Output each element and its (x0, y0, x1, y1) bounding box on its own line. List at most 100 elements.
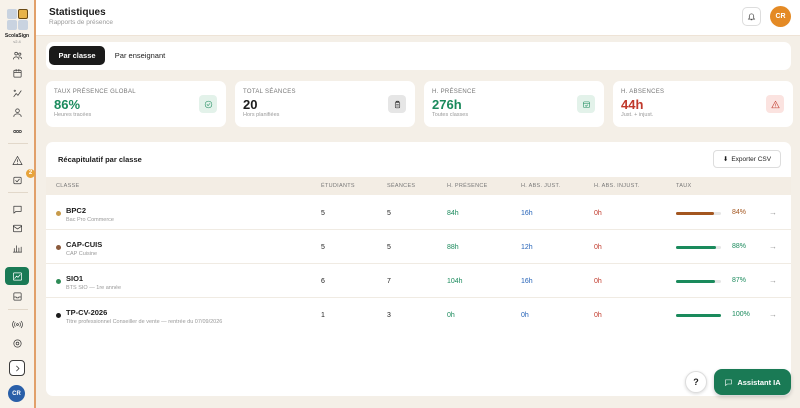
justified-absence-hours: 16h (521, 210, 533, 217)
rate-bar (676, 212, 721, 215)
app-logo[interactable] (7, 9, 29, 31)
sessions-count: 3 (387, 312, 391, 319)
unjustified-absence-hours: 0h (594, 210, 602, 217)
export-label: Exporter CSV (731, 155, 772, 163)
card-value: 276h (432, 97, 462, 112)
rate-bar-fill (676, 314, 721, 317)
settings-icon[interactable] (8, 336, 26, 350)
archive-icon[interactable] (8, 289, 26, 303)
card-label: TOTAL SÉANCES (243, 89, 296, 95)
presence-hours: 104h (447, 278, 463, 285)
unjustified-absence-hours: 0h (594, 244, 602, 251)
stat-card-global-rate: TAUX PRÉSENCE GLOBAL 86% Heures tracées (46, 81, 226, 127)
assistant-ia-button[interactable]: Assistant IA (714, 369, 791, 395)
column-header[interactable]: CLASSE (56, 183, 80, 189)
column-header[interactable]: H. ABS. INJUST. (594, 183, 639, 189)
tab-par-enseignant[interactable]: Par enseignant (112, 46, 168, 65)
assistant-label: Assistant IA (737, 377, 781, 387)
chat-icon[interactable] (8, 202, 26, 216)
class-description: Bac Pro Commerce (66, 217, 114, 223)
card-sub: Hors planifiées (243, 112, 280, 118)
rate-bar (676, 314, 721, 317)
arrow-right-icon[interactable]: → (769, 242, 777, 251)
expand-sidebar-button[interactable] (9, 360, 25, 376)
sidebar-avatar[interactable]: CR (8, 385, 25, 402)
bar-chart-icon[interactable] (8, 241, 26, 255)
presence-hours: 88h (447, 244, 459, 251)
students-count: 5 (321, 244, 325, 251)
class-description: Titre professionnel Conseiller de vente … (66, 319, 223, 325)
stat-card-total-sessions: TOTAL SÉANCES 20 Hors planifiées (235, 81, 415, 127)
rate-value: 100% (732, 311, 750, 318)
export-csv-button[interactable]: ⬇ Exporter CSV (713, 150, 781, 168)
table-row[interactable]: BPC2 Bac Pro Commerce 5 5 84h 16h 0h 84%… (46, 196, 791, 230)
rate-value: 88% (732, 243, 747, 250)
sessions-count: 7 (387, 278, 391, 285)
analytics-icon[interactable] (8, 86, 26, 100)
broadcast-icon[interactable] (8, 317, 26, 331)
notifications-button[interactable] (742, 7, 761, 26)
table-row[interactable]: SIO1 BTS SIO — 1re année 6 7 104h 16h 0h… (46, 264, 791, 298)
alert-icon[interactable] (8, 153, 26, 167)
statistics-icon[interactable] (5, 267, 29, 285)
justified-absence-hours: 16h (521, 278, 533, 285)
tab-par-classe[interactable]: Par classe (49, 46, 105, 65)
app-version: v2.4 (13, 39, 21, 44)
class-name: SIO1 (66, 274, 84, 283)
page-subtitle: Rapports de présence (49, 19, 113, 26)
class-name: TP-CV-2026 (66, 308, 108, 317)
rate-bar-fill (676, 212, 714, 215)
class-color-dot (56, 313, 61, 318)
arrow-right-icon[interactable]: → (769, 276, 777, 285)
table-row[interactable]: CAP-CUIS CAP Cuisine 5 5 88h 12h 0h 88% … (46, 230, 791, 264)
arrow-right-icon[interactable]: → (769, 310, 777, 319)
rate-value: 87% (732, 277, 747, 284)
card-value: 86% (54, 97, 81, 112)
sidebar-divider (8, 309, 28, 310)
class-description: CAP Cuisine (66, 251, 98, 257)
table-header: CLASSE ÉTUDIANTS SÉANCES H. PRÉSENCE H. … (46, 177, 791, 195)
presence-hours: 0h (447, 312, 455, 319)
column-header[interactable]: SÉANCES (387, 183, 415, 189)
students-count: 1 (321, 312, 325, 319)
class-color-dot (56, 211, 61, 216)
panel-title: Récapitulatif par classe (58, 155, 142, 164)
card-sub: Toutes classes (432, 112, 469, 118)
card-label: TAUX PRÉSENCE GLOBAL (54, 89, 136, 95)
user-icon[interactable] (8, 105, 26, 119)
sidebar-divider (8, 143, 28, 144)
users-icon[interactable] (8, 48, 26, 62)
card-value: 20 (243, 97, 258, 112)
stat-card-presence-hours: H. PRÉSENCE 276h Toutes classes (424, 81, 604, 127)
view-tabs: Par classe Par enseignant (46, 42, 791, 70)
class-name: BPC2 (66, 206, 87, 215)
column-header[interactable]: H. PRÉSENCE (447, 183, 488, 189)
rate-bar (676, 280, 721, 283)
table-row[interactable]: TP-CV-2026 Titre professionnel Conseille… (46, 298, 791, 332)
page-title: Statistiques (49, 7, 106, 18)
column-header[interactable]: ÉTUDIANTS (321, 183, 355, 189)
user-avatar[interactable]: CR (770, 6, 791, 27)
stat-card-absence-hours: H. ABSENCES 44h Just. + injust. (613, 81, 793, 127)
class-color-dot (56, 279, 61, 284)
arrow-right-icon[interactable]: → (769, 208, 777, 217)
help-button[interactable]: ? (685, 371, 707, 393)
unjustified-absence-hours: 0h (594, 278, 602, 285)
rate-bar (676, 246, 721, 249)
calendar-icon[interactable] (8, 66, 26, 80)
card-sub: Just. + injust. (621, 112, 654, 118)
class-summary-panel: Récapitulatif par classe ⬇ Exporter CSV C… (46, 142, 791, 396)
groups-icon[interactable] (8, 124, 26, 138)
justified-absence-hours: 0h (521, 312, 529, 319)
rate-bar-fill (676, 246, 716, 249)
top-header: Statistiques Rapports de présence CR (36, 0, 800, 36)
students-count: 6 (321, 278, 325, 285)
column-header[interactable]: TAUX (676, 183, 691, 189)
check-circle-icon (199, 95, 217, 113)
mail-icon[interactable] (8, 221, 26, 235)
warning-icon (766, 95, 784, 113)
card-label: H. ABSENCES (621, 89, 665, 95)
sessions-count: 5 (387, 244, 391, 251)
column-header[interactable]: H. ABS. JUST. (521, 183, 560, 189)
inbox-icon[interactable]: 2 (8, 169, 35, 187)
